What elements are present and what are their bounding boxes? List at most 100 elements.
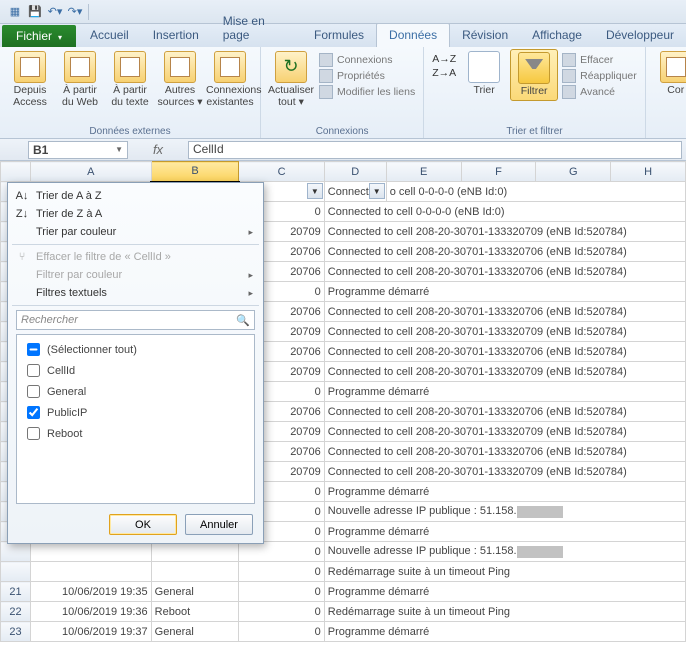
cancel-button[interactable]: Annuler (185, 514, 253, 535)
filter-arrow-icon[interactable]: ▼ (369, 183, 385, 199)
ribbon-small-cmd[interactable]: Réappliquer (562, 69, 637, 83)
cell[interactable]: Programme démarré (324, 282, 685, 302)
checkbox[interactable] (27, 364, 40, 377)
formula-bar[interactable]: CellId (188, 141, 682, 159)
cell[interactable]: Connected to cell 208-20-30701-133320709… (324, 422, 685, 442)
filter-search[interactable]: Rechercher 🔍 (16, 310, 255, 330)
col-header[interactable]: B (151, 162, 239, 182)
checkbox[interactable] (27, 385, 40, 398)
sort-desc-small[interactable]: Z→A (432, 67, 456, 79)
cell[interactable]: General (151, 582, 239, 602)
tab-insertion[interactable]: Insertion (141, 24, 211, 47)
cell[interactable]: 0 (239, 562, 324, 582)
ribbon-small-cmd[interactable]: Modifier les liens (319, 85, 415, 99)
ribbon-small-cmd[interactable]: Connexions (319, 53, 415, 67)
undo-icon[interactable]: ↶▾ (46, 3, 64, 21)
ribbon-button[interactable]: À partir du texte (106, 49, 154, 110)
cell[interactable]: 0 (239, 542, 324, 562)
filter-value-item[interactable]: General (21, 381, 250, 402)
cell[interactable]: Nouvelle adresse IP publique : 51.158. (324, 542, 685, 562)
sort-descending[interactable]: Z↓ Trier de Z à A (8, 205, 263, 223)
ribbon-button[interactable]: Trier (460, 49, 508, 99)
col-header[interactable] (1, 162, 31, 182)
ribbon-button[interactable]: Actualiser tout ▾ (267, 49, 315, 110)
filter-value-item[interactable]: CellId (21, 360, 250, 381)
ribbon-button[interactable]: Autres sources ▾ (156, 49, 204, 110)
cell[interactable]: Connected to cell 208-20-30701-133320709… (324, 322, 685, 342)
cell[interactable]: Connected to cell 208-20-30701-133320706… (324, 402, 685, 422)
cell[interactable]: Connected to cell 208-20-30701-133320706… (324, 442, 685, 462)
filter-value-item[interactable]: Reboot (21, 423, 250, 444)
filter-value-item[interactable]: PublicIP (21, 402, 250, 423)
col-header[interactable]: F (461, 162, 536, 182)
chevron-down-icon[interactable]: ▼ (115, 145, 123, 154)
cell[interactable]: Connecte▼ (324, 182, 386, 202)
tab-affichage[interactable]: Affichage (520, 24, 594, 47)
ribbon-small-cmd[interactable]: Effacer (562, 53, 637, 67)
ribbon-small-cmd[interactable]: Propriétés (319, 69, 415, 83)
col-header[interactable]: A (30, 162, 151, 182)
col-header[interactable]: E (386, 162, 461, 182)
col-header[interactable]: H (611, 162, 686, 182)
cell[interactable]: Redémarrage suite à un timeout Ping (324, 562, 685, 582)
checkbox[interactable] (27, 427, 40, 440)
checkbox[interactable] (27, 406, 40, 419)
worksheet[interactable]: ABCDEFGH118/05/2019 17:▼CellId▼▼Connecte… (0, 161, 686, 642)
col-header[interactable]: C (239, 162, 324, 182)
sort-by-color[interactable]: Trier par couleur ▸ (8, 223, 263, 241)
cell[interactable]: Redémarrage suite à un timeout Ping (324, 602, 685, 622)
row-header[interactable]: 21 (1, 582, 31, 602)
filter-value-item[interactable]: (Sélectionner tout) (21, 339, 250, 360)
filter-arrow-icon[interactable]: ▼ (307, 183, 323, 199)
cell[interactable]: Programme démarré (324, 522, 685, 542)
cell[interactable]: General (151, 622, 239, 642)
cell[interactable]: o cell 0-0-0-0 (eNB Id:0) (386, 182, 685, 202)
ribbon-button[interactable]: Cor (652, 49, 686, 99)
cell[interactable]: 0 (239, 622, 324, 642)
tab-file[interactable]: Fichier (2, 25, 76, 47)
ok-button[interactable]: OK (109, 514, 177, 535)
row-header[interactable] (1, 562, 31, 582)
save-icon[interactable]: 💾 (26, 3, 44, 21)
ribbon-button[interactable]: Filtrer (510, 49, 558, 101)
sort-asc-small[interactable]: A→Z (432, 53, 456, 65)
col-header[interactable]: G (536, 162, 611, 182)
ribbon-button[interactable]: À partir du Web (56, 49, 104, 110)
cell[interactable]: Reboot (151, 602, 239, 622)
checkbox[interactable] (27, 343, 40, 356)
ribbon-small-cmd[interactable]: Avancé (562, 85, 637, 99)
cell[interactable]: 10/06/2019 19:37 (30, 622, 151, 642)
cell[interactable]: Connected to cell 208-20-30701-133320706… (324, 242, 685, 262)
tab-révision[interactable]: Révision (450, 24, 520, 47)
cell[interactable]: Connected to cell 208-20-30701-133320709… (324, 222, 685, 242)
row-header[interactable]: 22 (1, 602, 31, 622)
cell[interactable]: Programme démarré (324, 382, 685, 402)
tab-formules[interactable]: Formules (302, 24, 376, 47)
tab-accueil[interactable]: Accueil (78, 24, 141, 47)
ribbon-button[interactable]: Depuis Access (6, 49, 54, 110)
sort-ascending[interactable]: A↓ Trier de A à Z (8, 187, 263, 205)
cell[interactable]: Nouvelle adresse IP publique : 51.158. (324, 502, 685, 522)
ribbon-button[interactable]: Connexions existantes (206, 49, 254, 110)
cell[interactable]: 10/06/2019 19:35 (30, 582, 151, 602)
cell[interactable]: 10/06/2019 19:36 (30, 602, 151, 622)
col-header[interactable]: D (324, 162, 386, 182)
cell[interactable]: Programme démarré (324, 622, 685, 642)
cell[interactable]: 0 (239, 602, 324, 622)
text-filters[interactable]: Filtres textuels ▸ (8, 284, 263, 302)
cell[interactable]: Connected to cell 208-20-30701-133320706… (324, 302, 685, 322)
cell[interactable]: Connected to cell 208-20-30701-133320709… (324, 462, 685, 482)
cell[interactable]: 0 (239, 582, 324, 602)
fx-icon[interactable]: fx (128, 142, 188, 157)
cell[interactable]: Connected to cell 0-0-0-0 (eNB Id:0) (324, 202, 685, 222)
cell[interactable]: Programme démarré (324, 482, 685, 502)
name-box[interactable]: B1 ▼ (28, 141, 128, 159)
cell[interactable]: Connected to cell 208-20-30701-133320709… (324, 362, 685, 382)
filter-values-list[interactable]: (Sélectionner tout)CellIdGeneralPublicIP… (16, 334, 255, 504)
redo-icon[interactable]: ↷▾ (66, 3, 84, 21)
tab-développeur[interactable]: Développeur (594, 24, 686, 47)
tab-données[interactable]: Données (376, 23, 450, 47)
cell[interactable]: Connected to cell 208-20-30701-133320706… (324, 342, 685, 362)
cell[interactable]: Programme démarré (324, 582, 685, 602)
row-header[interactable] (1, 542, 31, 562)
